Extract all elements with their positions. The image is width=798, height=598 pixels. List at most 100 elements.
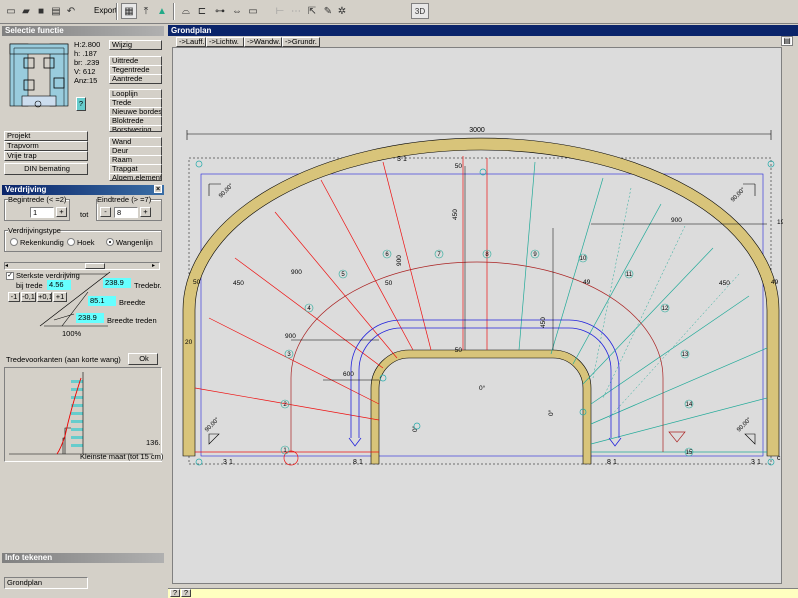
scroll-right-icon[interactable]: ▸ — [152, 263, 159, 269]
svg-text:12: 12 — [662, 306, 669, 312]
svg-text:8: 8 — [353, 459, 357, 466]
ok-button[interactable]: Ok — [128, 353, 158, 365]
kleinste-maat-label: Kleinste maat (tot 15 cm) — [80, 452, 164, 461]
vrije-trap-button[interactable]: Vrije trap — [4, 151, 88, 161]
aantrede-button[interactable]: Aantrede — [109, 74, 162, 84]
triangle-icon[interactable]: ▲ — [154, 3, 170, 19]
begintrede-input[interactable]: 1 — [30, 207, 54, 218]
wangenlijn-label: Wangenlijn — [116, 238, 153, 247]
dim-dotted-icon[interactable]: ⋯ — [288, 3, 304, 19]
svg-text:3: 3 — [751, 459, 755, 466]
svg-text:450: 450 — [540, 317, 547, 328]
svg-text:4: 4 — [307, 306, 311, 312]
tredebr-value[interactable]: 238.9 — [103, 278, 131, 288]
svg-text:50: 50 — [455, 347, 463, 354]
save-icon[interactable]: ■ — [33, 3, 49, 19]
begintrede-plus-button[interactable]: + — [56, 207, 67, 217]
wijzig-button[interactable]: Wijzig — [109, 40, 162, 50]
rekenkundig-radio[interactable] — [10, 238, 18, 246]
stair-overview-icon[interactable] — [4, 38, 74, 112]
svg-text:15: 15 — [686, 450, 693, 456]
graph-value: 136. — [146, 438, 161, 447]
zero-angle-a: 0° — [479, 384, 486, 392]
step-icon[interactable]: ⇱ — [304, 3, 320, 19]
svg-text:3: 3 — [287, 352, 291, 358]
close-icon[interactable]: × — [154, 185, 162, 193]
svg-text:11: 11 — [626, 272, 633, 278]
svg-text:49: 49 — [771, 279, 779, 286]
drawing-title: Grondplan — [168, 25, 798, 36]
breedte-treden-label: Breedte treden — [107, 316, 157, 325]
hoek-radio[interactable] — [67, 238, 75, 246]
step-lines — [194, 156, 488, 453]
eindtrede-minus-button[interactable]: - — [100, 207, 111, 217]
section-marks: 31 81 81 31 31 — [223, 156, 761, 466]
projekt-button[interactable]: Projekt — [4, 131, 88, 141]
dim-line-icon[interactable]: ⊢ — [272, 3, 288, 19]
status-help-button-1[interactable]: ? — [170, 589, 180, 597]
beam-icon[interactable]: ⊏ — [194, 3, 210, 19]
stair-line-icon[interactable]: ⤒ — [138, 3, 154, 19]
rekenkundig-label: Rekenkundig — [20, 238, 64, 247]
svg-text:1: 1 — [757, 459, 761, 466]
calculator-icon[interactable]: ▦ — [121, 3, 137, 19]
arrow-down-icon — [668, 431, 686, 443]
eindtrede-plus-button[interactable]: + — [140, 207, 151, 217]
status-help-button-2[interactable]: ? — [181, 589, 191, 597]
breedte-value[interactable]: 85.1 — [88, 296, 116, 306]
svg-text:900: 900 — [291, 269, 302, 276]
svg-text:6: 6 — [385, 252, 389, 258]
voorkanten-chart — [9, 372, 153, 455]
svg-text:1: 1 — [283, 448, 287, 454]
help-button[interactable]: ? — [76, 97, 86, 111]
tab-lauff[interactable]: ->Lauff. — [176, 37, 206, 47]
eindtrede-input[interactable]: 8 — [114, 207, 138, 218]
open-folder-icon[interactable]: ▰ — [18, 3, 34, 19]
breedte-treden-value[interactable]: 238.9 — [76, 313, 104, 323]
svg-text:50: 50 — [193, 279, 201, 286]
svg-text:14: 14 — [686, 402, 693, 408]
trapvorm-button[interactable]: Trapvorm — [4, 141, 88, 151]
svg-text:3: 3 — [223, 459, 227, 466]
tredebr-label: Tredebr. — [134, 281, 162, 290]
zero-angle-c: 0° — [547, 409, 555, 416]
svg-text:2: 2 — [283, 402, 287, 408]
tab-grundr[interactable]: ->Grundr. — [282, 37, 320, 47]
arc-icon[interactable]: ⌓ — [178, 3, 194, 19]
rectangle-icon[interactable]: ▭ — [245, 3, 261, 19]
undo-icon[interactable]: ↶ — [63, 3, 79, 19]
breedte-label: Breedte — [119, 298, 146, 307]
dim-h: H:2.800 — [74, 40, 101, 49]
print-icon[interactable]: ▤ — [48, 3, 64, 19]
drawing-canvas[interactable]: 3000 50 450 900 50 450 900 450 450 49 49… — [172, 47, 785, 585]
view-3d-button[interactable]: 3D — [411, 3, 429, 19]
hoek-label: Hoek — [77, 238, 95, 247]
frame-outline — [188, 157, 772, 465]
tab-wandw[interactable]: ->Wandw. — [244, 37, 282, 47]
settings-icon[interactable]: ✲ — [334, 3, 350, 19]
din-bemating-button[interactable]: DIN bemating — [4, 163, 88, 175]
borstwering-button[interactable]: Borstwering — [109, 125, 162, 132]
svg-text:20: 20 — [185, 339, 193, 346]
floor-plan-svg[interactable]: 3000 50 450 900 50 450 900 450 450 49 49… — [173, 48, 785, 585]
link-icon[interactable]: ⊶ — [212, 3, 228, 19]
tab-lichtw[interactable]: ->Lichtw. — [206, 37, 244, 47]
svg-text:10: 10 — [580, 256, 587, 262]
svg-text:900: 900 — [285, 333, 296, 340]
voorkanten-graph — [4, 367, 162, 462]
angle-label-3: 90,00° — [204, 416, 221, 433]
wall-icon[interactable]: ⇔ — [229, 3, 245, 19]
verdrijving-panel-title: Verdrijving × — [2, 185, 164, 195]
step-lines-teal — [518, 161, 768, 453]
svg-text:19: 19 — [777, 219, 783, 226]
svg-text:1: 1 — [229, 459, 233, 466]
export-button[interactable]: Export — [94, 6, 117, 15]
dim-br: br: .239 — [74, 58, 100, 67]
tredevoorkanten-label: Tredevoorkanten (aan korte wang) — [6, 355, 121, 364]
window-menu-icon[interactable]: ▤ — [781, 36, 793, 46]
total-width-label: 3000 — [469, 127, 485, 134]
algem-element-button[interactable]: Algem.element — [109, 173, 162, 181]
blue-path-inner — [358, 327, 612, 438]
wangenlijn-radio[interactable] — [106, 238, 114, 246]
new-file-icon[interactable]: ▭ — [3, 3, 19, 19]
